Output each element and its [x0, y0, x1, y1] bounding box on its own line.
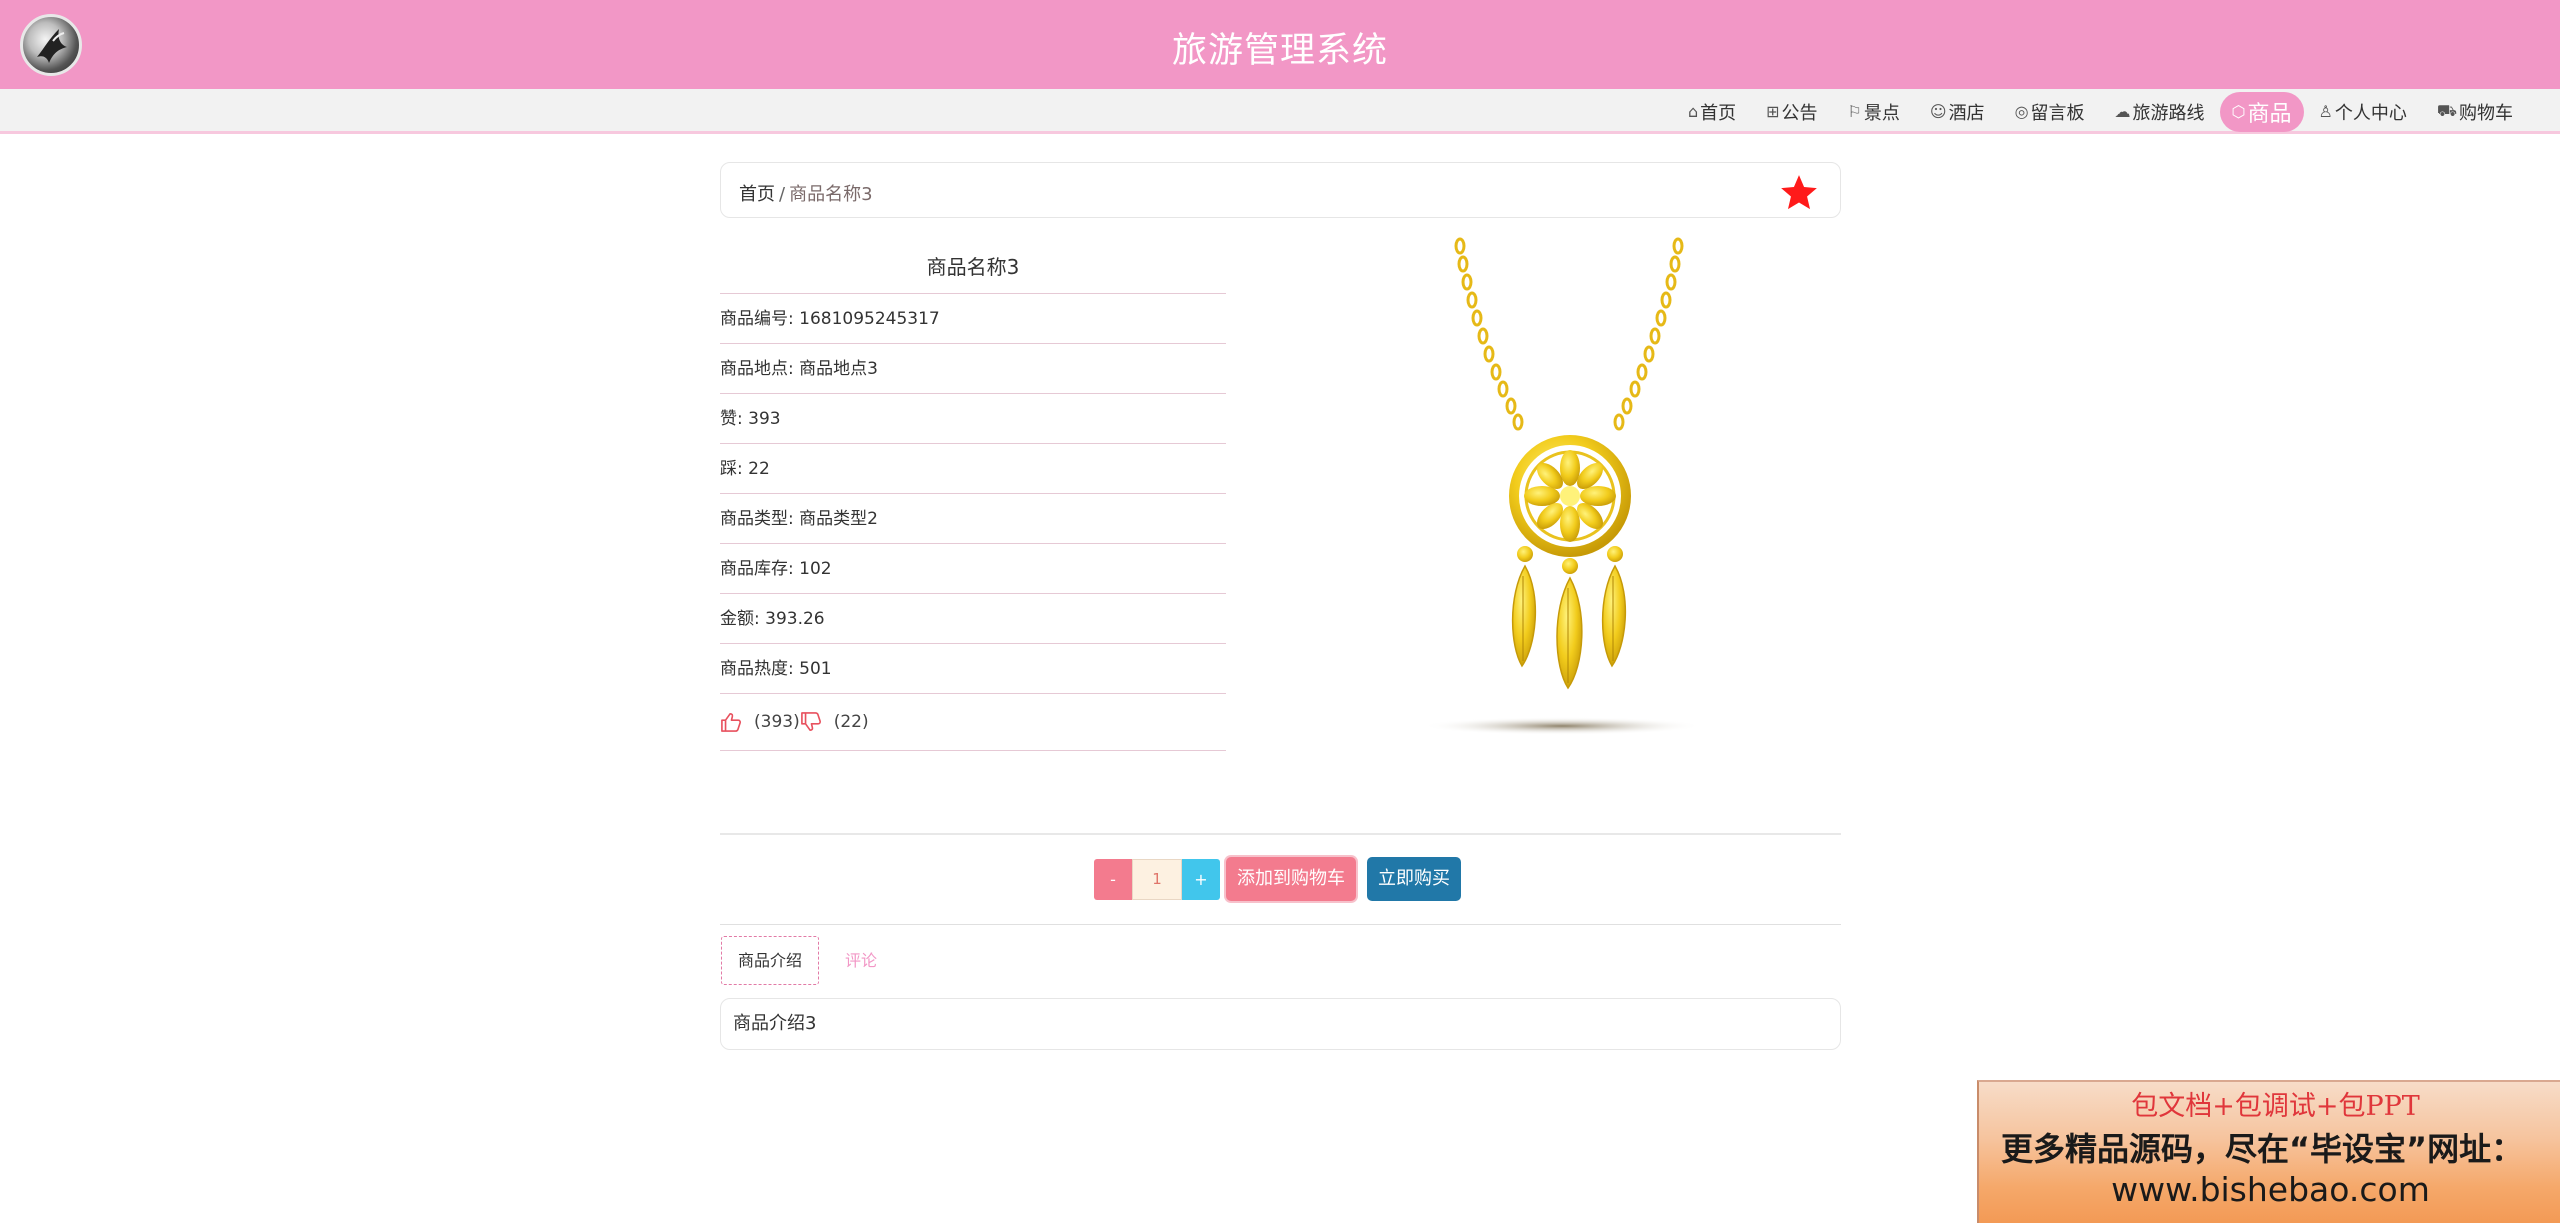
nav-item-label: 公告: [1781, 102, 1818, 124]
info-value: 22: [748, 459, 770, 479]
nav-item-label: 首页: [1700, 102, 1737, 124]
nav-item-6[interactable]: ⬡ 商品: [2219, 91, 2304, 132]
quantity-input[interactable]: 1: [1132, 859, 1182, 900]
nav-item-4[interactable]: ◎ 留言板: [2000, 93, 2100, 131]
info-value: 商品地点3: [799, 359, 878, 379]
nav-item-3[interactable]: ☺ 酒店: [1915, 93, 2000, 131]
tab-comments[interactable]: 评论: [831, 936, 891, 985]
info-colon: :: [788, 559, 800, 579]
add-to-cart-button[interactable]: 添加到购物车: [1226, 857, 1356, 901]
globe-icon: ◎: [2014, 102, 2029, 121]
promo-url: www.bishebao.com: [2111, 1170, 2430, 1209]
nav-item-7[interactable]: ♙ 个人中心: [2304, 93, 2422, 131]
product-image: [1422, 237, 1700, 735]
user-icon: ♙: [2318, 102, 2333, 121]
divider: [720, 833, 1841, 835]
breadcrumb-current: 商品名称3: [789, 184, 873, 205]
dislike-count: (22): [833, 711, 869, 732]
info-row: 金额: 393.26: [720, 594, 1226, 644]
info-value: 393.26: [765, 609, 825, 629]
info-row: 商品编号: 1681095245317: [720, 294, 1226, 344]
promo-banner: 包文档+包调试+包PPT 更多精品源码，尽在“毕设宝”网址： www.bishe…: [1977, 1080, 2560, 1223]
quantity-decrease-button[interactable]: -: [1094, 859, 1132, 900]
info-colon: :: [788, 309, 800, 329]
buy-now-button[interactable]: 立即购买: [1367, 857, 1461, 901]
vote-row: (393) (22): [720, 694, 1226, 751]
info-colon: :: [788, 509, 800, 529]
breadcrumb: 首页 / 商品名称3: [720, 162, 1841, 218]
info-label: 金额: [720, 609, 754, 629]
tab-product-intro[interactable]: 商品介绍: [721, 936, 819, 985]
info-value: 102: [799, 559, 832, 579]
info-row: 赞: 393: [720, 394, 1226, 444]
info-colon: :: [788, 359, 800, 379]
info-colon: :: [737, 459, 749, 479]
nav-item-label: 旅游路线: [2132, 102, 2205, 124]
nav-item-1[interactable]: ⊞ 公告: [1751, 93, 1832, 131]
info-label: 商品编号: [720, 309, 788, 329]
nav-item-8[interactable]: ⛟ 购物车: [2422, 93, 2528, 131]
quantity-increase-button[interactable]: +: [1182, 859, 1220, 900]
home-icon: ⌂: [1687, 102, 1699, 121]
flag-icon: ⚐: [1847, 102, 1862, 121]
info-label: 踩: [720, 459, 737, 479]
nav-item-label: 留言板: [2030, 102, 2085, 124]
info-value: 1681095245317: [799, 309, 940, 329]
info-label: 商品热度: [720, 659, 788, 679]
cloud-icon: ☁: [2114, 102, 2131, 121]
header-bar: 旅游管理系统: [0, 0, 2560, 89]
info-colon: :: [788, 659, 800, 679]
nav-list: ⌂ 首页 ⊞ 公告 ⚐ 景点 ☺ 酒店 ◎ 留言板 ☁ 旅游路线 ⬡ 商品 ♙ 个人中心 ⛟ 购物车: [1673, 89, 2528, 134]
info-row: 商品热度: 501: [720, 644, 1226, 694]
nav-item-label: 景点: [1863, 102, 1900, 124]
info-label: 赞: [720, 409, 737, 429]
info-value: 393: [748, 409, 781, 429]
promo-line-1: 包文档+包调试+包PPT: [2131, 1091, 2420, 1122]
cart-icon: ⛟: [2436, 101, 2457, 120]
dislike-button[interactable]: (22): [800, 694, 869, 751]
product-description: 商品介绍3: [720, 998, 1841, 1050]
nav-bar: ⌂ 首页 ⊞ 公告 ⚐ 景点 ☺ 酒店 ◎ 留言板 ☁ 旅游路线 ⬡ 商品 ♙ 个人中心 ⛟ 购物车: [0, 89, 2560, 134]
favorite-star-icon[interactable]: [1778, 172, 1820, 214]
info-label: 商品地点: [720, 359, 788, 379]
breadcrumb-home-link[interactable]: 首页: [739, 184, 775, 205]
like-count: (393): [754, 711, 800, 732]
nav-item-label: 商品: [2247, 101, 2292, 127]
info-colon: :: [737, 409, 749, 429]
info-row: 商品地点: 商品地点3: [720, 344, 1226, 394]
breadcrumb-separator: /: [779, 184, 786, 205]
nav-item-5[interactable]: ☁ 旅游路线: [2100, 93, 2220, 131]
thumbs-up-icon: [721, 713, 742, 732]
info-colon: :: [754, 609, 766, 629]
promo-line-2: 更多精品源码，尽在“毕设宝”网址：: [2001, 1130, 2524, 1168]
nav-item-label: 购物车: [2459, 102, 2513, 124]
info-row: 踩: 22: [720, 444, 1226, 494]
product-name: 商品名称3: [720, 240, 1226, 294]
like-button[interactable]: (393): [720, 694, 800, 751]
product-info-table: 商品名称3 商品编号: 1681095245317 商品地点: 商品地点3 赞: 3…: [720, 240, 1226, 751]
nav-item-label: 酒店: [1948, 102, 1985, 124]
info-label: 商品类型: [720, 509, 788, 529]
cube-icon: ⬡: [2231, 102, 2246, 121]
info-value: 商品类型2: [799, 509, 878, 529]
nav-item-2[interactable]: ⚐ 景点: [1833, 93, 1915, 131]
info-label: 商品库存: [720, 559, 788, 579]
announcement-icon: ⊞: [1766, 102, 1780, 121]
info-value: 501: [799, 659, 832, 679]
thumbs-down-icon: [800, 712, 821, 731]
nav-item-label: 个人中心: [2334, 102, 2407, 124]
divider: [720, 924, 1841, 925]
site-title: 旅游管理系统: [1171, 31, 1388, 71]
hotel-icon: ☺: [1929, 102, 1947, 121]
breadcrumb-text: 首页 / 商品名称3: [739, 180, 873, 206]
info-row: 商品类型: 商品类型2: [720, 494, 1226, 544]
info-row: 商品库存: 102: [720, 544, 1226, 594]
nav-item-0[interactable]: ⌂ 首页: [1673, 93, 1751, 131]
